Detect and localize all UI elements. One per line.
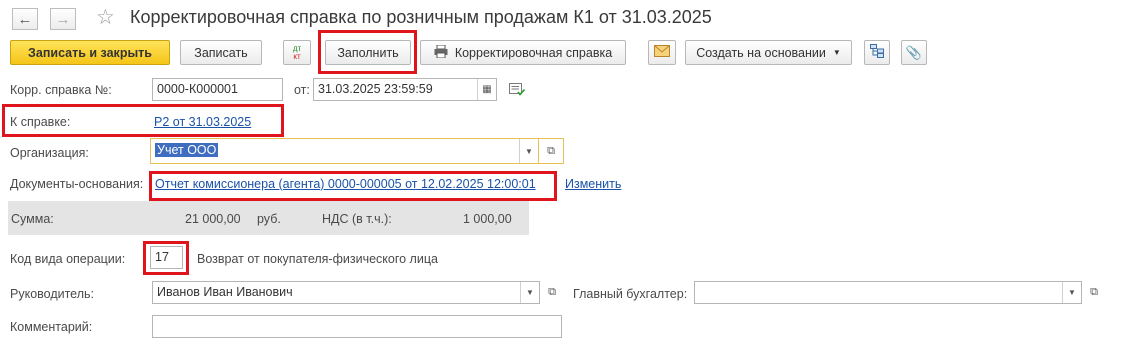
create-based-on-label: Создать на основании [696, 45, 826, 60]
arrow-right-icon: → [55, 10, 71, 28]
date-field[interactable]: 31.03.2025 23:59:59 ▦ [313, 78, 497, 101]
sum-value: 21 000,00 [185, 212, 241, 226]
comment-field[interactable] [152, 315, 562, 338]
structure-button[interactable] [864, 40, 890, 65]
dt-kt-button[interactable]: дт кт [283, 40, 311, 65]
comment-label: Комментарий: [10, 320, 93, 334]
operation-code-highlight-frame [143, 241, 189, 275]
document-check-icon[interactable] [509, 83, 526, 99]
arrow-left-icon: ← [17, 10, 33, 28]
save-button[interactable]: Записать [180, 40, 262, 65]
organization-field[interactable]: Учет ООО ▼ [150, 138, 539, 164]
change-link[interactable]: Изменить [565, 177, 621, 191]
forward-button[interactable]: → [50, 8, 76, 30]
corr-number-field[interactable]: 0000-К000001 [152, 78, 283, 101]
mail-button[interactable] [648, 40, 676, 65]
open-accountant-icon[interactable]: ⧉ [1084, 281, 1104, 304]
vat-value: 1 000,00 [463, 212, 512, 226]
kt-icon: кт [293, 51, 301, 61]
director-field[interactable]: Иванов Иван Иванович ▼ [152, 281, 540, 304]
operation-code-description: Возврат от покупателя-физического лица [197, 252, 438, 266]
date-label: от: [294, 83, 310, 97]
calendar-icon[interactable]: ▦ [477, 79, 496, 100]
chevron-down-icon: ▼ [832, 48, 841, 57]
chevron-down-icon[interactable]: ▼ [519, 139, 538, 163]
organization-label: Организация: [10, 146, 89, 160]
printer-icon [434, 44, 448, 61]
base-documents-label: Документы-основания: [10, 177, 144, 191]
page-title: Корректировочная справка по розничным пр… [130, 7, 712, 27]
chief-accountant-label: Главный бухгалтер: [573, 287, 688, 301]
chief-accountant-field[interactable]: ▼ [694, 281, 1082, 304]
fill-highlight-frame [318, 30, 417, 74]
corr-number-label: Корр. справка №: [10, 83, 112, 97]
organization-value: Учет ООО [155, 143, 219, 157]
director-value: Иванов Иван Иванович [157, 285, 293, 299]
operation-code-label: Код вида операции: [10, 252, 126, 266]
organization-field-border [539, 138, 564, 164]
open-director-icon[interactable]: ⧉ [542, 281, 562, 304]
print-correction-label: Корректировочная справка [454, 45, 613, 60]
structure-icon [870, 44, 884, 61]
base-documents-highlight-frame [149, 171, 557, 201]
attach-button[interactable]: 📎 [901, 40, 927, 65]
create-based-on-button[interactable]: Создать на основании ▼ [685, 40, 852, 65]
date-value: 31.03.2025 23:59:59 [318, 82, 433, 96]
sum-label: Сумма: [11, 212, 54, 226]
director-label: Руководитель: [10, 287, 95, 301]
back-button[interactable]: ← [12, 8, 38, 30]
reference-highlight-frame [2, 104, 284, 137]
favorite-star-icon[interactable]: ☆ [96, 5, 115, 30]
paperclip-icon: 📎 [905, 44, 923, 60]
chevron-down-icon[interactable]: ▼ [520, 282, 539, 303]
currency-label: руб. [257, 212, 281, 226]
envelope-icon [654, 45, 670, 60]
save-and-close-button[interactable]: Записать и закрыть [10, 40, 170, 65]
print-correction-button[interactable]: Корректировочная справка [420, 40, 626, 65]
vat-label: НДС (в т.ч.): [322, 212, 392, 226]
chevron-down-icon[interactable]: ▼ [1062, 282, 1081, 303]
